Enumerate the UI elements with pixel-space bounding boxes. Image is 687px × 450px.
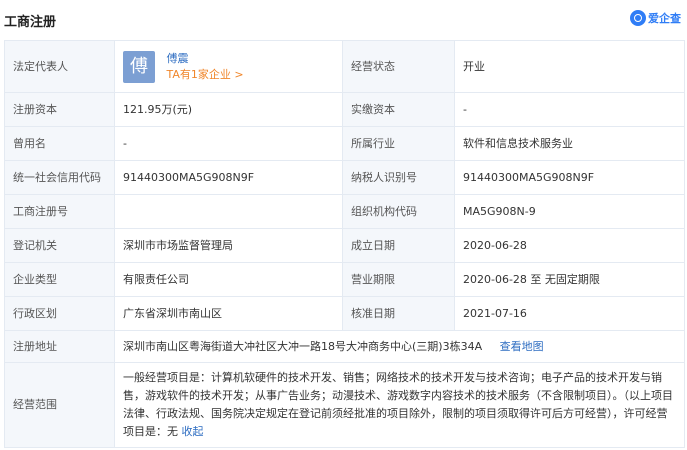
table-row: 法定代表人 傅 傅震 TA有1家企业 > 经营状态 开业 [4, 40, 685, 93]
row-label: 注册资本 [4, 92, 115, 127]
row-label: 统一社会信用代码 [4, 160, 115, 195]
scope-cell: 一般经营项目是：计算机软硬件的技术开发、销售；网络技术的技术开发与技术咨询；电子… [114, 362, 685, 448]
address-label: 注册地址 [4, 330, 115, 363]
row-label: 所属行业 [342, 126, 455, 161]
row-value: 91440300MA5G908N9F [454, 160, 685, 195]
scope-text: 一般经营项目是：计算机软硬件的技术开发、销售；网络技术的技术开发与技术咨询；电子… [123, 371, 673, 438]
legal-rep-info: 傅震 TA有1家企业 > [167, 51, 244, 83]
magnifier-logo-icon [630, 10, 646, 26]
table-row: 企业类型 有限责任公司 营业期限 2020-06-28 至 无固定期限 [4, 262, 685, 297]
table-row: 经营范围 一般经营项目是：计算机软硬件的技术开发、销售；网络技术的技术开发与技术… [4, 362, 685, 448]
table-row: 注册资本 121.95万(元) 实缴资本 - [4, 92, 685, 127]
row-value: - [114, 126, 343, 161]
row-value: - [454, 92, 685, 127]
table-row: 工商注册号 组织机构代码 MA5G908N-9 [4, 194, 685, 229]
row-label: 曾用名 [4, 126, 115, 161]
row-label: 企业类型 [4, 262, 115, 297]
row-label: 核准日期 [342, 296, 455, 331]
row-label: 营业期限 [342, 262, 455, 297]
row-label: 工商注册号 [4, 194, 115, 229]
legal-rep-label: 法定代表人 [4, 40, 115, 93]
row-value: 深圳市市场监督管理局 [114, 228, 343, 263]
status-value: 开业 [454, 40, 685, 93]
row-label: 行政区划 [4, 296, 115, 331]
table-row: 统一社会信用代码 91440300MA5G908N9F 纳税人识别号 91440… [4, 160, 685, 195]
table-row: 注册地址 深圳市南山区粤海街道大冲社区大冲一路18号大冲商务中心(三期)3栋34… [4, 330, 685, 363]
address-cell: 深圳市南山区粤海街道大冲社区大冲一路18号大冲商务中心(三期)3栋34A 查看地… [114, 330, 685, 363]
view-map-link[interactable]: 查看地图 [500, 340, 544, 353]
row-label: 组织机构代码 [342, 194, 455, 229]
row-value: 有限责任公司 [114, 262, 343, 297]
row-value: 2021-07-16 [454, 296, 685, 331]
row-value: 121.95万(元) [114, 92, 343, 127]
brand-logo[interactable]: 爱企查 [630, 10, 681, 26]
row-label: 纳税人识别号 [342, 160, 455, 195]
collapse-link[interactable]: 收起 [182, 425, 204, 438]
legal-rep-name-link[interactable]: 傅震 [167, 51, 244, 67]
avatar[interactable]: 傅 [123, 50, 155, 83]
registration-table: 法定代表人 傅 傅震 TA有1家企业 > 经营状态 开业 注册资本 121.95… [4, 40, 685, 448]
row-label: 登记机关 [4, 228, 115, 263]
row-value: 91440300MA5G908N9F [114, 160, 343, 195]
legal-rep-companies-link[interactable]: TA有1家企业 > [167, 67, 244, 83]
address-value: 深圳市南山区粤海街道大冲社区大冲一路18号大冲商务中心(三期)3栋34A [123, 339, 483, 353]
section-title: 工商注册 [4, 15, 57, 30]
row-value [114, 194, 343, 229]
row-value: 广东省深圳市南山区 [114, 296, 343, 331]
table-row: 行政区划 广东省深圳市南山区 核准日期 2021-07-16 [4, 296, 685, 331]
row-value: 2020-06-28 [454, 228, 685, 263]
table-row: 曾用名 - 所属行业 软件和信息技术服务业 [4, 126, 685, 161]
row-label: 实缴资本 [342, 92, 455, 127]
row-value: MA5G908N-9 [454, 194, 685, 229]
row-value: 软件和信息技术服务业 [454, 126, 685, 161]
section-header: 工商注册 爱企查 [0, 0, 687, 40]
status-label: 经营状态 [342, 40, 455, 93]
row-value: 2020-06-28 至 无固定期限 [454, 262, 685, 297]
scope-label: 经营范围 [4, 362, 115, 448]
table-row: 登记机关 深圳市市场监督管理局 成立日期 2020-06-28 [4, 228, 685, 263]
brand-name: 爱企查 [648, 12, 681, 25]
legal-rep-cell: 傅 傅震 TA有1家企业 > [114, 40, 343, 93]
row-label: 成立日期 [342, 228, 455, 263]
